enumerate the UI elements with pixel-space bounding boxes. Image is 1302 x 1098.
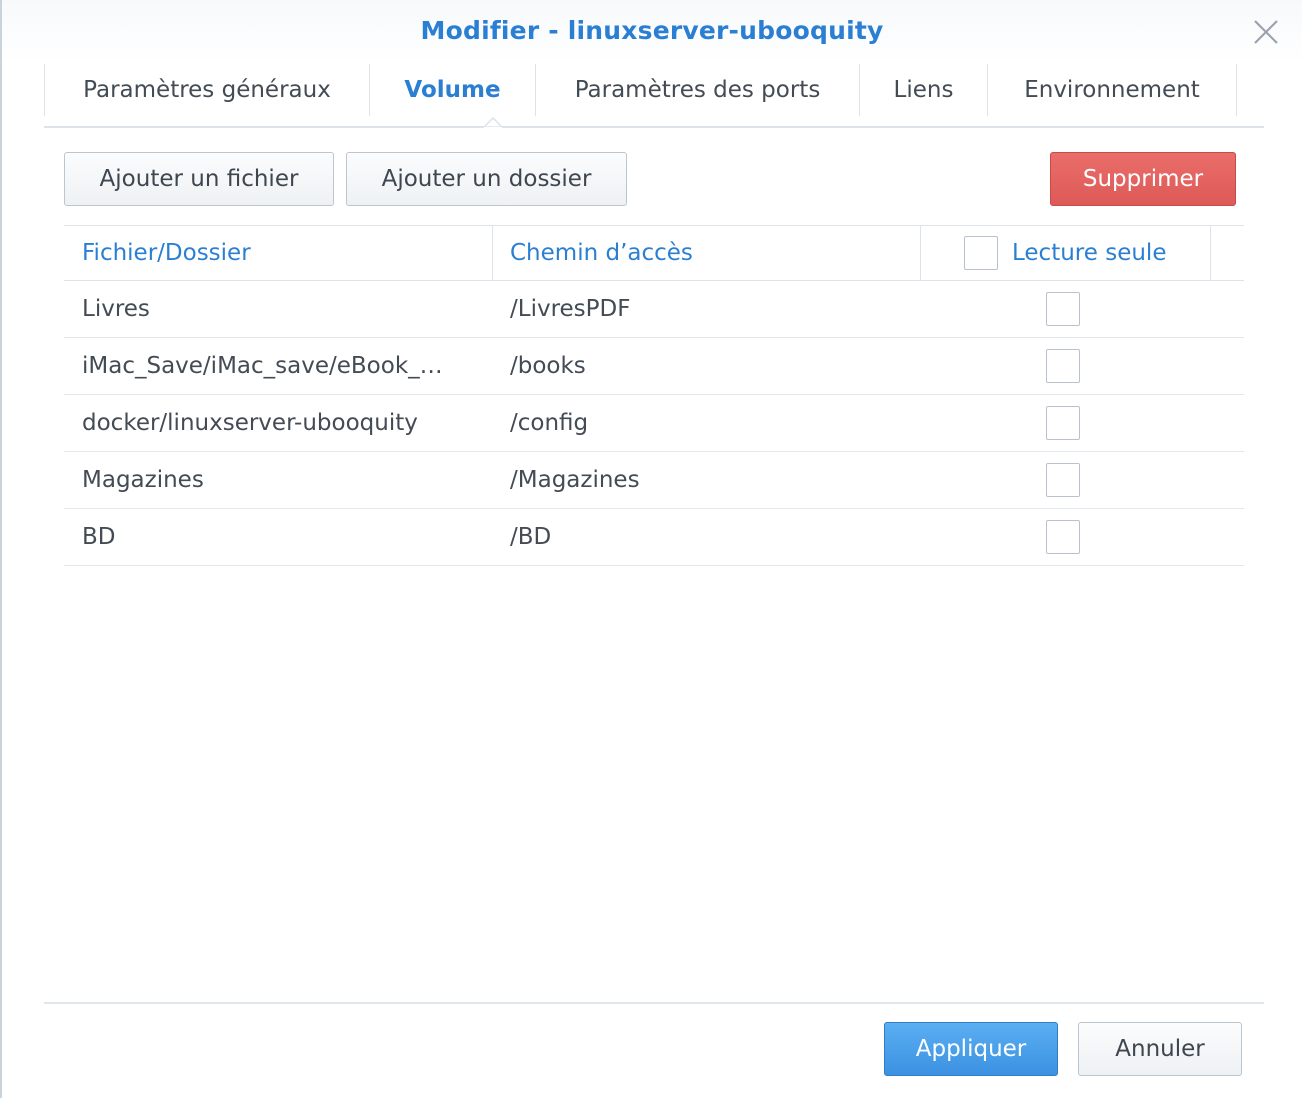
table-row[interactable]: iMac_Save/iMac_save/eBook_… /books [64,338,1244,395]
file-folder-cell: BD [82,524,116,550]
apply-button[interactable]: Appliquer [884,1022,1058,1076]
table-row[interactable]: Magazines /Magazines [64,452,1244,509]
close-icon[interactable] [1252,18,1280,46]
tab-links[interactable]: Liens [860,64,988,116]
cancel-button[interactable]: Annuler [1078,1022,1242,1076]
tab-environment[interactable]: Environnement [988,64,1237,116]
tab-bar: Paramètres généraux Volume Paramètres de… [44,64,1264,135]
tab-port-settings[interactable]: Paramètres des ports [536,64,860,116]
mount-path-cell: /config [510,410,589,436]
tab-label: Paramètres des ports [574,77,821,103]
edit-container-dialog: Modifier - linuxserver-ubooquity Paramèt… [0,0,1302,1098]
select-all-read-only-checkbox[interactable] [964,236,998,270]
active-tab-indicator-icon [484,117,502,135]
read-only-checkbox[interactable] [1046,406,1080,440]
read-only-checkbox[interactable] [1046,349,1080,383]
tab-general-settings[interactable]: Paramètres généraux [44,64,370,116]
tab-label: Paramètres généraux [83,77,331,103]
delete-button[interactable]: Supprimer [1050,152,1236,206]
table-header: Fichier/Dossier Chemin d’accès Lecture s… [64,225,1244,281]
tab-volume[interactable]: Volume [370,64,536,116]
column-divider [920,226,921,280]
tab-label: Volume [404,77,501,103]
read-only-checkbox[interactable] [1046,463,1080,497]
table-row[interactable]: BD /BD [64,509,1244,566]
mount-path-cell: /LivresPDF [510,296,631,322]
file-folder-cell: docker/linuxserver-ubooquity [82,410,418,436]
file-folder-cell: Livres [82,296,150,322]
column-divider [492,226,493,280]
dialog-title: Modifier - linuxserver-ubooquity [420,16,884,45]
read-only-cell [1046,281,1086,337]
read-only-cell [1046,338,1086,394]
table-row[interactable]: docker/linuxserver-ubooquity /config [64,395,1244,452]
column-header-mount-path[interactable]: Chemin d’accès [510,226,910,280]
column-header-file-folder[interactable]: Fichier/Dossier [82,226,482,280]
file-folder-cell: iMac_Save/iMac_save/eBook_… [82,353,443,379]
volume-table: Fichier/Dossier Chemin d’accès Lecture s… [64,225,1244,566]
file-folder-cell: Magazines [82,467,204,493]
table-row[interactable]: Livres /LivresPDF [64,281,1244,338]
mount-path-cell: /BD [510,524,552,550]
mount-path-cell: /Magazines [510,467,640,493]
read-only-checkbox[interactable] [1046,520,1080,554]
read-only-cell [1046,509,1086,565]
add-file-button[interactable]: Ajouter un fichier [64,152,334,206]
column-header-read-only: Lecture seule [964,226,1224,280]
tab-label: Liens [893,77,954,103]
mount-path-cell: /books [510,353,586,379]
column-divider [1210,226,1211,280]
read-only-cell [1046,395,1086,451]
read-only-header-label: Lecture seule [1012,240,1167,266]
footer-divider [44,1002,1264,1004]
add-folder-button[interactable]: Ajouter un dossier [346,152,627,206]
tab-label: Environnement [1024,77,1200,103]
read-only-checkbox[interactable] [1046,292,1080,326]
read-only-cell [1046,452,1086,508]
title-bar: Modifier - linuxserver-ubooquity [2,0,1302,64]
